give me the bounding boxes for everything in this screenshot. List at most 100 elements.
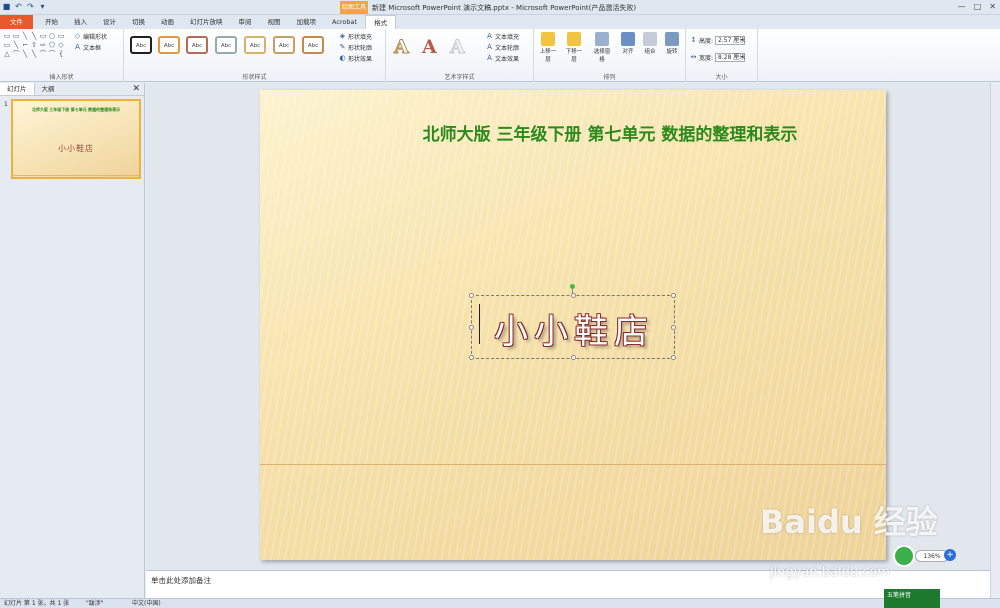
shape-style-preset[interactable]: Abc — [302, 36, 324, 54]
group-label-size: 大小 — [715, 74, 728, 81]
textbox-button[interactable]: A 文本框 — [74, 43, 101, 53]
status-slide-info: 幻灯片 第 1 张，共 1 张 — [4, 600, 70, 607]
wordart-text[interactable]: 小小鞋店 — [472, 304, 676, 353]
quick-access-toolbar: ■ ↶ ↷ ▾ — [2, 2, 47, 11]
wordart-preset[interactable]: A — [422, 36, 437, 58]
slide-title[interactable]: 北师大版 三年级下册 第七单元 数据的整理和表示 — [360, 120, 860, 145]
wordart-preset[interactable]: A — [450, 36, 466, 59]
shape-option[interactable]: ⇨ — [39, 41, 47, 49]
shape-option[interactable]: ╲ — [30, 50, 38, 58]
group-insert-shapes: ▭ ▭ ╲ ╲ ▭ ○ ▭ ▭ ╲ ⌐ ⇧ ⇨ ⬠ ◇ △ ⌒ ╲ ╲ ⌒ ⌒ … — [0, 29, 124, 82]
align-button[interactable]: 对齐 — [618, 32, 638, 55]
tab-animations[interactable]: 动画 — [153, 15, 182, 29]
width-input[interactable]: 8.28 厘米 — [715, 53, 745, 62]
shape-option[interactable]: ⬠ — [48, 41, 56, 49]
shape-option[interactable]: △ — [3, 50, 11, 58]
shape-style-preset[interactable]: Abc — [244, 36, 266, 54]
rotation-handle[interactable] — [570, 284, 575, 289]
shape-option[interactable]: ⌒ — [39, 50, 47, 58]
resize-handle[interactable] — [671, 325, 676, 330]
shape-option[interactable]: ◇ — [57, 41, 65, 49]
resize-handle[interactable] — [469, 325, 474, 330]
status-language[interactable]: 中文(中国) — [132, 599, 161, 608]
shape-outline-button[interactable]: ✎ 形状轮廓 — [339, 43, 372, 53]
status-theme[interactable]: "跋涉" — [86, 599, 104, 608]
shape-option[interactable]: { — [57, 50, 65, 58]
resize-handle[interactable] — [571, 293, 576, 298]
height-input[interactable]: 2.57 厘米 — [715, 36, 745, 45]
shape-style-preset[interactable]: Abc — [130, 36, 152, 54]
resize-handle[interactable] — [469, 293, 474, 298]
shape-option[interactable]: ▭ — [39, 32, 47, 40]
floating-button[interactable] — [893, 545, 915, 567]
tab-review[interactable]: 审阅 — [231, 15, 260, 29]
effects-icon: ◐ — [339, 54, 346, 62]
redo-icon[interactable]: ↷ — [26, 2, 35, 11]
shape-style-preset[interactable]: Abc — [273, 36, 295, 54]
vertical-scrollbar[interactable] — [990, 83, 1000, 598]
width-row: ↔ 宽度: 8.28 厘米 — [690, 53, 746, 62]
shape-option[interactable]: ╲ — [30, 32, 38, 40]
edit-shape-button[interactable]: ◇ 编辑形状 — [74, 32, 107, 42]
resize-handle[interactable] — [571, 355, 576, 360]
selection-pane-button[interactable]: 选择窗格 — [592, 32, 612, 63]
tab-home[interactable]: 开始 — [37, 15, 66, 29]
minimize-icon[interactable]: — — [958, 2, 966, 11]
tab-transitions[interactable]: 切换 — [124, 15, 153, 29]
send-backward-button[interactable]: 下移一层 — [564, 32, 584, 63]
close-icon[interactable]: ✕ — [989, 2, 996, 11]
shape-option[interactable]: ⌒ — [48, 50, 56, 58]
align-icon — [621, 32, 635, 46]
close-pane-icon[interactable]: ✕ — [132, 84, 140, 94]
save-icon[interactable]: ■ — [2, 2, 11, 11]
shape-effects-button[interactable]: ◐ 形状效果 — [339, 54, 372, 64]
shape-style-preset[interactable]: Abc — [215, 36, 237, 54]
resize-handle[interactable] — [671, 355, 676, 360]
shape-option[interactable]: ⇧ — [30, 41, 38, 49]
slide[interactable]: 北师大版 三年级下册 第七单元 数据的整理和表示 小小鞋店 — [260, 90, 886, 560]
shape-option[interactable]: ▭ — [57, 32, 65, 40]
shape-option[interactable]: ▭ — [3, 41, 11, 49]
shape-option[interactable]: ╲ — [12, 41, 20, 49]
tab-outline[interactable]: 大纲 — [35, 83, 62, 95]
customize-qat-icon[interactable]: ▾ — [38, 2, 47, 11]
shape-option[interactable]: ○ — [48, 32, 56, 40]
slide-thumbnail[interactable]: 北师大版 三年级下册 第七单元 数据的整理和表示 小小鞋店 — [11, 99, 141, 179]
shape-option[interactable]: ▭ — [12, 32, 20, 40]
title-bar: ■ ↶ ↷ ▾ 绘图工具 新建 Microsoft PowerPoint 演示文… — [0, 0, 1000, 15]
shape-fill-button[interactable]: ◈ 形状填充 — [339, 32, 372, 42]
tab-file[interactable]: 文件 — [0, 15, 33, 29]
bring-forward-button[interactable]: 上移一层 — [538, 32, 558, 63]
zoom-plus-icon[interactable]: + — [944, 549, 956, 561]
tab-acrobat[interactable]: Acrobat — [324, 15, 365, 29]
shape-style-preset[interactable]: Abc — [186, 36, 208, 54]
tab-view[interactable]: 视图 — [260, 15, 289, 29]
tab-insert[interactable]: 插入 — [66, 15, 95, 29]
tab-slideshow[interactable]: 幻灯片放映 — [182, 15, 231, 29]
resize-handle[interactable] — [469, 355, 474, 360]
group-arrange: 上移一层 下移一层 选择窗格 对齐 组合 旋转 排列 — [534, 29, 686, 82]
rotate-button[interactable]: 旋转 — [662, 32, 682, 55]
wordart-preset[interactable]: A — [394, 36, 410, 59]
maximize-icon[interactable]: □ — [974, 2, 982, 11]
shape-option[interactable]: ⌐ — [21, 41, 29, 49]
tab-design[interactable]: 设计 — [95, 15, 124, 29]
selected-textbox[interactable]: 小小鞋店 — [469, 293, 676, 360]
shape-option[interactable]: ╲ — [21, 32, 29, 40]
text-outline-button[interactable]: A 文本轮廓 — [486, 43, 519, 53]
ime-toolbar[interactable]: 五笔拼音 — [884, 589, 940, 608]
text-effects-button[interactable]: A 文本效果 — [486, 54, 519, 64]
resize-handle[interactable] — [671, 293, 676, 298]
group-label-wordart-styles: 艺术字样式 — [444, 74, 475, 81]
text-fill-icon: A — [487, 32, 492, 40]
group-button[interactable]: 组合 — [640, 32, 660, 55]
shape-style-preset[interactable]: Abc — [158, 36, 180, 54]
tab-addins[interactable]: 加载项 — [289, 15, 325, 29]
tab-slides[interactable]: 幻灯片 — [0, 83, 35, 95]
shape-option[interactable]: ╲ — [21, 50, 29, 58]
undo-icon[interactable]: ↶ — [14, 2, 23, 11]
text-fill-button[interactable]: A 文本填充 — [486, 32, 519, 42]
shape-option[interactable]: ▭ — [3, 32, 11, 40]
tab-format[interactable]: 格式 — [365, 15, 397, 29]
shape-option[interactable]: ⌒ — [12, 50, 20, 58]
